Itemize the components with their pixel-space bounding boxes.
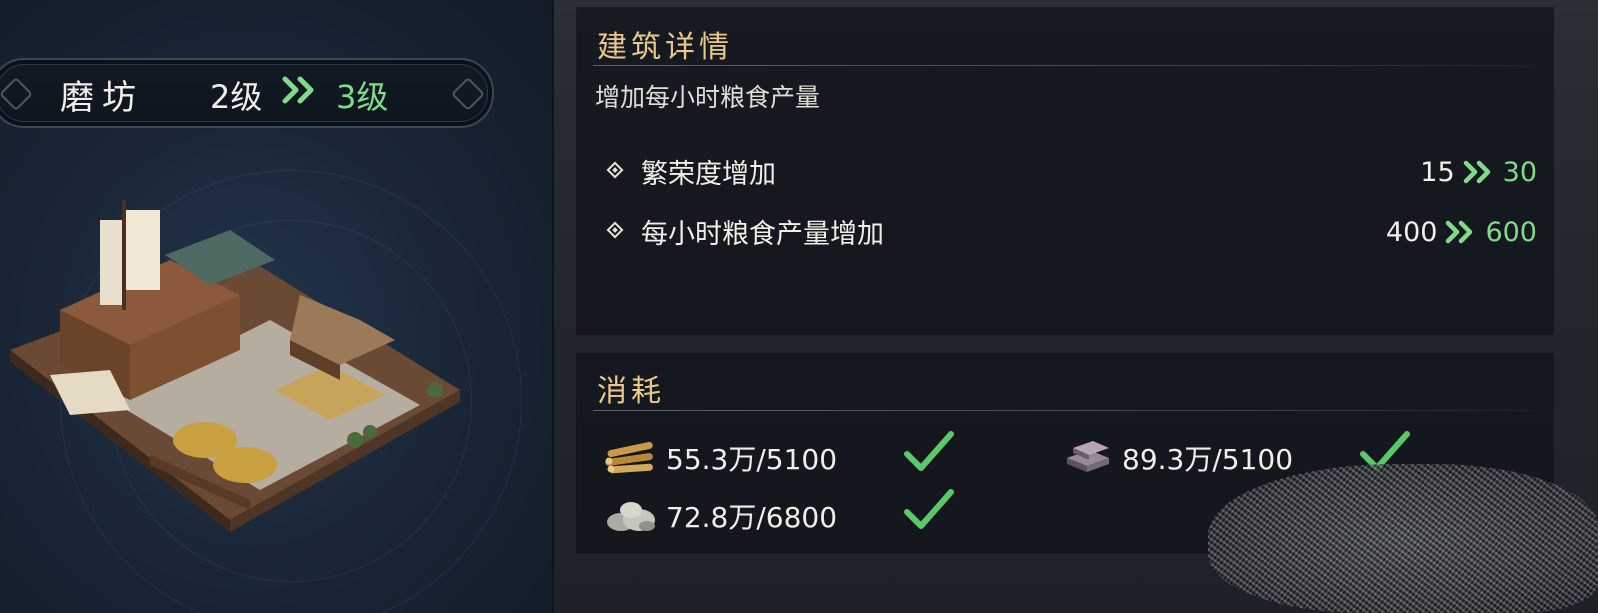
diamond-bullet-icon <box>606 161 624 179</box>
stone-icon <box>607 502 655 531</box>
building-details-panel: 建筑详情 增加每小时粮食产量 繁荣度增加 15 30 每小时粮食产量增加 400… <box>577 8 1553 334</box>
obscured-region <box>1208 464 1598 613</box>
stat-row-prosperity: 繁荣度增加 15 30 <box>603 152 1537 192</box>
resource-wood: 55.3万/5100 <box>603 431 983 478</box>
stat-values: 15 30 <box>1420 152 1537 192</box>
details-title: 建筑详情 <box>597 30 733 65</box>
stat-label: 繁荣度增加 <box>641 159 776 190</box>
iron-ingot-icon <box>1067 441 1109 472</box>
divider <box>593 410 1537 411</box>
double-chevron-right-icon <box>1446 220 1473 244</box>
next-level: 3级 <box>336 78 389 116</box>
stat-current-value: 15 <box>1420 156 1455 188</box>
stat-next-value: 30 <box>1502 156 1537 188</box>
title-bar-ornament <box>451 77 485 111</box>
building-preview-panel: 磨坊 2级 3级 <box>0 0 554 613</box>
double-chevron-right-icon <box>282 76 314 104</box>
double-chevron-right-icon <box>1463 160 1490 184</box>
divider <box>593 65 1537 66</box>
building-title-bar: 磨坊 2级 3级 <box>0 58 494 128</box>
mill-building-image <box>10 200 460 532</box>
resource-stone: 72.8万/6800 <box>603 489 983 536</box>
checkmark-icon <box>904 431 954 471</box>
resource-amount: 55.3万/5100 <box>666 443 838 476</box>
wood-logs-icon <box>605 441 653 474</box>
checkmark-icon <box>904 489 954 529</box>
current-level: 2级 <box>210 78 263 116</box>
resource-amount: 72.8万/6800 <box>666 501 838 534</box>
stat-next-value: 600 <box>1485 216 1537 248</box>
stat-row-food-output: 每小时粮食产量增加 400 600 <box>603 212 1537 252</box>
diamond-bullet-icon <box>606 221 624 239</box>
stat-current-value: 400 <box>1385 216 1438 248</box>
details-description: 增加每小时粮食产量 <box>595 83 821 112</box>
stat-values: 400 600 <box>1386 212 1537 252</box>
stat-label: 每小时粮食产量增加 <box>641 219 884 250</box>
consume-title: 消耗 <box>597 374 665 409</box>
resource-amount: 89.3万/5100 <box>1122 443 1294 476</box>
title-bar-ornament <box>0 77 33 111</box>
building-name: 磨坊 <box>60 78 144 118</box>
